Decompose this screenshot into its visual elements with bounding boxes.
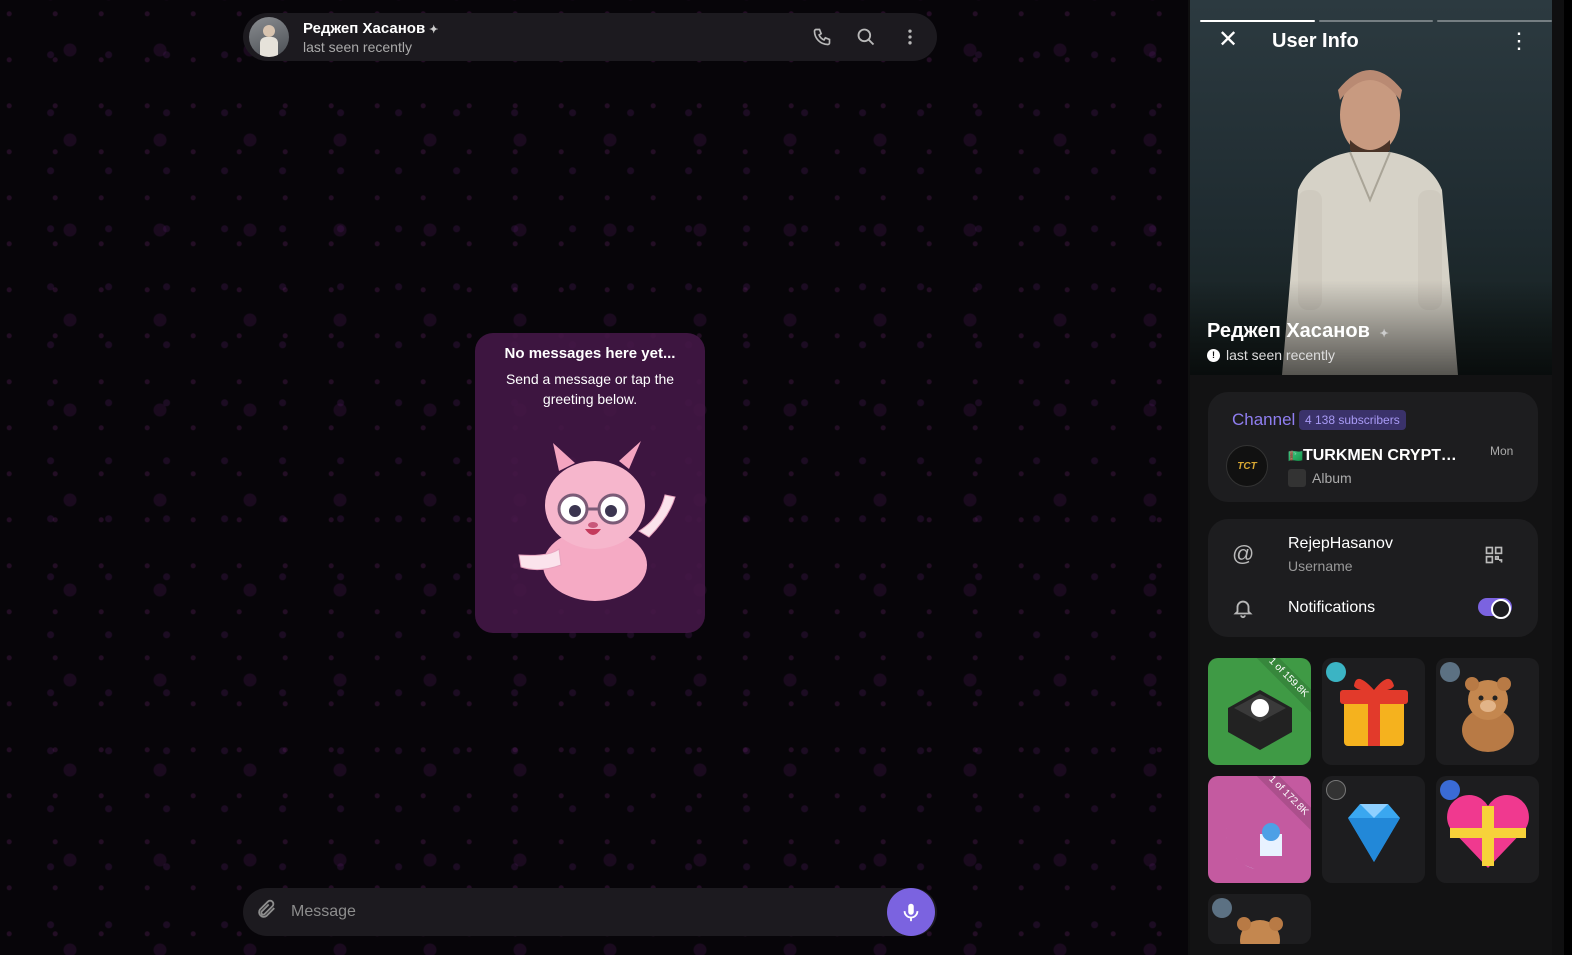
empty-title: No messages here yet... xyxy=(504,345,676,362)
notifications-label: Notifications xyxy=(1288,599,1376,616)
gift-item[interactable] xyxy=(1208,894,1311,944)
gift-item[interactable]: 1 of 172.8K xyxy=(1208,776,1311,883)
sender-avatar xyxy=(1212,898,1232,918)
sender-avatar xyxy=(1440,780,1460,800)
empty-chat-card: No messages here yet... Send a message o… xyxy=(475,333,705,633)
avatar[interactable] xyxy=(249,17,289,57)
username-value[interactable]: RejepHasanov xyxy=(1288,535,1393,553)
bell-icon xyxy=(1232,597,1254,625)
user-info-content: ✕ User Info ⋮ Реджеп Хасанов ✦ ! last se… xyxy=(1190,0,1552,955)
profile-photo[interactable] xyxy=(1190,0,1552,375)
premium-icon: ✦ xyxy=(1379,328,1389,340)
sender-avatar xyxy=(1326,780,1346,800)
gift-item[interactable] xyxy=(1436,658,1539,765)
chat-header-info[interactable]: Реджеп Хасанов ✦ last seen recently xyxy=(303,20,811,55)
channel-logo: TCT xyxy=(1226,445,1268,487)
empty-subtitle: Send a message or tap the greeting below… xyxy=(505,371,675,407)
at-icon: @ xyxy=(1232,541,1255,566)
flag-icon: 🇹🇲 xyxy=(1288,449,1303,463)
voice-record-button[interactable] xyxy=(887,888,935,936)
message-input[interactable] xyxy=(291,903,901,921)
chat-header[interactable]: Реджеп Хасанов ✦ last seen recently xyxy=(243,13,937,61)
channel-time: Mon xyxy=(1490,444,1514,458)
story-bar xyxy=(1318,20,1434,22)
chat-area: Реджеп Хасанов ✦ last seen recently No me… xyxy=(0,0,1188,955)
profile-status: ! last seen recently xyxy=(1207,347,1335,363)
telegram-app: Реджеп Хасанов ✦ last seen recently No me… xyxy=(0,0,1572,955)
close-icon[interactable]: ✕ xyxy=(1218,28,1238,52)
sender-avatar xyxy=(1326,662,1346,682)
chat-title: Реджеп Хасанов ✦ xyxy=(303,19,439,37)
chat-status: last seen recently xyxy=(303,38,412,55)
greeting-sticker[interactable] xyxy=(499,437,681,607)
qr-code-icon[interactable] xyxy=(1484,545,1504,565)
microphone-icon xyxy=(903,903,919,922)
album-thumb xyxy=(1288,469,1306,487)
channel-card[interactable]: Channel 4 138 subscribers TCT 🇹🇲TURKMEN … xyxy=(1208,392,1538,502)
channel-label: Channel xyxy=(1232,410,1296,429)
info-card: @ RejepHasanov Username Notifications xyxy=(1208,519,1538,637)
premium-icon: ✦ xyxy=(429,23,439,36)
username-label: Username xyxy=(1288,558,1353,574)
gift-item[interactable] xyxy=(1322,776,1425,883)
panel-title: User Info xyxy=(1272,30,1359,52)
chat-header-actions xyxy=(811,26,927,48)
gift-item[interactable]: 1 of 159.8K xyxy=(1208,658,1311,765)
user-info-panel: ✕ User Info ⋮ Реджеп Хасанов ✦ ! last se… xyxy=(1188,0,1564,955)
story-progress-bars xyxy=(1200,20,1552,22)
channel-last-post: Album xyxy=(1288,469,1352,487)
info-icon: ! xyxy=(1207,348,1220,362)
story-bar xyxy=(1200,20,1315,22)
profile-name: Реджеп Хасанов ✦ xyxy=(1207,320,1389,342)
search-icon[interactable] xyxy=(855,26,877,48)
attach-icon[interactable] xyxy=(255,898,279,926)
sender-avatar xyxy=(1440,662,1460,682)
gift-item[interactable] xyxy=(1322,658,1425,765)
notifications-toggle[interactable] xyxy=(1478,598,1512,619)
more-vertical-icon[interactable]: ⋮ xyxy=(1508,30,1530,52)
subscribers-badge: 4 138 subscribers xyxy=(1299,410,1406,430)
gift-item[interactable] xyxy=(1436,776,1539,883)
message-composer xyxy=(243,888,937,936)
story-bar xyxy=(1437,20,1552,22)
channel-name: 🇹🇲TURKMEN CRYPTO ... xyxy=(1288,447,1468,464)
more-vertical-icon[interactable] xyxy=(899,26,921,48)
phone-icon[interactable] xyxy=(811,26,833,48)
